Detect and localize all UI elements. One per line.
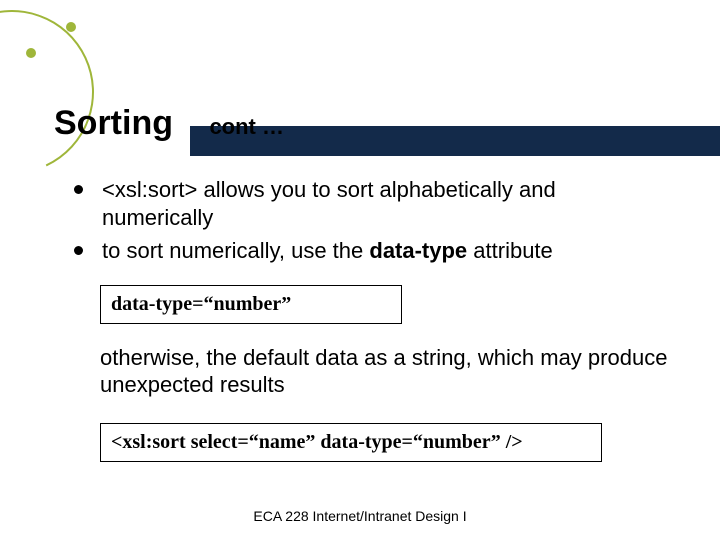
bullet-item: <xsl:sort> allows you to sort alphabetic…: [74, 176, 672, 231]
code-box-1: data-type=“number”: [100, 285, 402, 324]
decorative-dot: [26, 48, 36, 58]
bullet-text: <xsl:sort> allows you to sort alphabetic…: [102, 177, 556, 230]
decorative-arc: [0, 0, 117, 197]
bullet-text-post: attribute: [467, 238, 553, 263]
decorative-dot: [66, 22, 76, 32]
title-main: Sorting: [54, 104, 173, 143]
bullet-text-bold: data-type: [369, 238, 467, 263]
bullet-item: to sort numerically, use the data-type a…: [74, 237, 672, 265]
slide-footer: ECA 228 Internet/Intranet Design I: [0, 508, 720, 524]
title-sub: cont …: [209, 114, 284, 140]
code-box-2: <xsl:sort select=“name” data-type=“numbe…: [100, 423, 602, 462]
slide-title: Sorting cont …: [54, 104, 680, 143]
slide-content: <xsl:sort> allows you to sort alphabetic…: [74, 176, 672, 476]
paragraph: otherwise, the default data as a string,…: [100, 344, 672, 399]
bullet-text-pre: to sort numerically, use the: [102, 238, 369, 263]
